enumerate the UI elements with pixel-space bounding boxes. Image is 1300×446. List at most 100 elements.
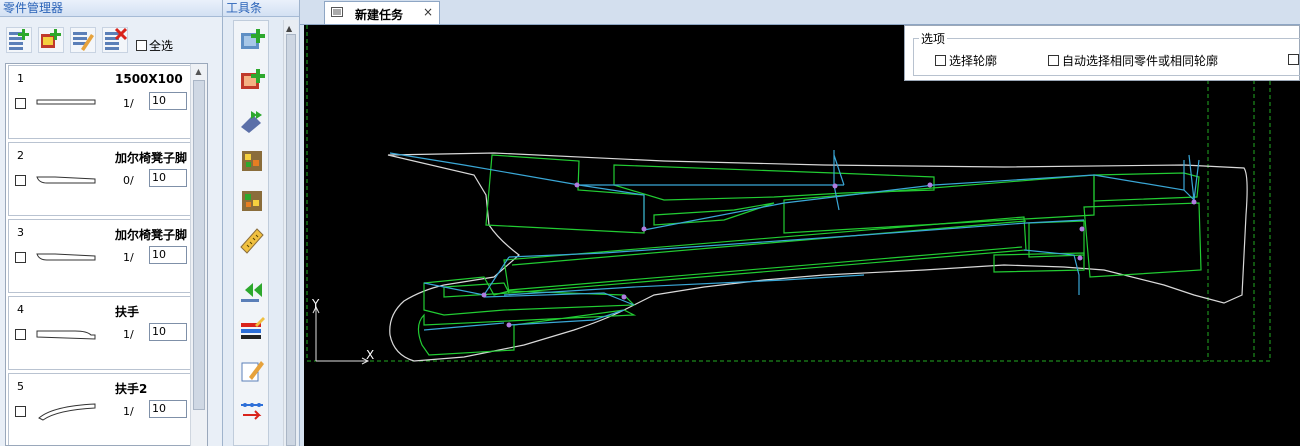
- parts-list: 1 1500X100 1/ 10 2 加尔椅凳子脚 0/ 10 3 加尔椅凳子脚…: [5, 63, 208, 446]
- layer-color-icon: [241, 317, 265, 339]
- toolbar-scroll-thumb[interactable]: [286, 34, 296, 446]
- tab-close-icon[interactable]: ×: [423, 5, 433, 19]
- add-part-icon: [9, 29, 29, 50]
- cad-drawing: Y X: [306, 25, 1271, 365]
- part-number: 1: [17, 72, 24, 85]
- auto-select-option[interactable]: 自动选择相同零件或相同轮廓: [1048, 52, 1218, 69]
- edit-part-icon: [73, 32, 94, 51]
- toolbar-title: 工具条: [223, 0, 299, 17]
- part-thumbnail: [36, 176, 96, 184]
- part-qty-input[interactable]: 10: [149, 323, 187, 341]
- part-nest-alt-button[interactable]: [237, 185, 267, 215]
- part-qty-text: 0/: [123, 174, 134, 187]
- document-tab-bar: 新建任务 ×: [300, 0, 1300, 25]
- part-card-1[interactable]: 1 1500X100 1/ 10: [8, 65, 191, 139]
- add-board-red-icon: [241, 69, 265, 89]
- cut-order-button[interactable]: [237, 395, 267, 425]
- add-board-icon: [241, 29, 265, 49]
- axis-arrows: [312, 305, 370, 365]
- cut-paths: [389, 150, 1200, 331]
- part-qty-input[interactable]: 10: [149, 400, 187, 418]
- add-part-image-button[interactable]: [38, 27, 64, 53]
- select-all-box[interactable]: [136, 40, 147, 51]
- part-qty-text: 1/: [123, 405, 134, 418]
- part-number: 5: [17, 380, 24, 393]
- tab-label: 新建任务: [355, 8, 404, 22]
- part-name: 扶手: [115, 305, 140, 319]
- axis-x-label: X: [366, 348, 374, 362]
- part-thumbnail: [36, 330, 96, 340]
- part-checkbox[interactable]: [15, 252, 26, 263]
- part-card-2[interactable]: 2 加尔椅凳子脚 0/ 10: [8, 142, 191, 216]
- parts-manager-panel: 零件管理器 全选 1 1500X100 1/ 10 2 加尔椅凳子脚 0/ 10…: [0, 0, 223, 446]
- part-card-5[interactable]: 5 扶手2 1/ 10: [8, 373, 191, 445]
- select-contour-checkbox[interactable]: [935, 55, 946, 66]
- part-checkbox[interactable]: [15, 175, 26, 186]
- part-checkbox[interactable]: [15, 98, 26, 109]
- parts-manager-title: 零件管理器: [0, 0, 222, 17]
- part-nest-button[interactable]: [237, 145, 267, 175]
- part-number: 2: [17, 149, 24, 162]
- part-name: 扶手2: [115, 382, 148, 396]
- add-part-button[interactable]: [6, 27, 32, 53]
- part-qty-input[interactable]: 10: [149, 92, 187, 110]
- options-panel: 选项 选择轮廓 自动选择相同零件或相同轮廓: [904, 25, 1300, 81]
- part-qty-input[interactable]: 10: [149, 169, 187, 187]
- cut-order-icon: [241, 403, 263, 420]
- part-nest-alt-icon: [242, 191, 262, 211]
- part-name: 加尔椅凳子脚: [115, 228, 188, 242]
- delete-part-icon: [105, 27, 128, 50]
- parts-list-scrollbar[interactable]: ▲: [190, 64, 207, 446]
- nesting-canvas[interactable]: Y X 选项 选择轮廓 自动选择相同零件或相同轮廓: [304, 25, 1300, 446]
- part-card-3[interactable]: 3 加尔椅凳子脚 1/ 10: [8, 219, 191, 293]
- toolbar-scrollbar[interactable]: ▲: [283, 20, 298, 446]
- toolbar-panel: 工具条 ▲: [223, 0, 300, 446]
- part-name: 1500X100: [115, 72, 183, 86]
- axis-y-label: Y: [311, 297, 320, 311]
- edit-part-button[interactable]: [70, 27, 96, 53]
- part-thumbnail: [36, 253, 96, 261]
- part-checkbox[interactable]: [15, 406, 26, 417]
- part-qty-text: 1/: [123, 251, 134, 264]
- toolbar-column: [233, 20, 269, 446]
- part-thumbnail: [36, 99, 96, 105]
- ruler-icon: [240, 228, 264, 254]
- add-board-red-button[interactable]: [237, 65, 267, 95]
- part-qty-text: 1/: [123, 97, 134, 110]
- edit-path-button[interactable]: [237, 355, 267, 385]
- add-board-button[interactable]: [237, 25, 267, 55]
- auto-nest-button[interactable]: [237, 105, 267, 135]
- rewind-button[interactable]: [237, 275, 267, 305]
- rewind-icon: [241, 283, 262, 302]
- sheet-frame-right: [1207, 80, 1255, 361]
- toolbar-scroll-up-icon[interactable]: ▲: [286, 24, 292, 33]
- select-all-label: 全选: [149, 39, 174, 53]
- scroll-thumb[interactable]: [193, 80, 205, 410]
- part-nest-icon: [242, 151, 262, 171]
- document-icon: [331, 7, 343, 17]
- layer-color-button[interactable]: [237, 315, 267, 345]
- part-name: 加尔椅凳子脚: [115, 151, 188, 165]
- part-number: 4: [17, 303, 24, 316]
- options-legend: 选项: [919, 30, 948, 47]
- delete-part-button[interactable]: [102, 27, 128, 53]
- add-part-image-icon: [41, 29, 61, 48]
- scroll-up-arrow-icon[interactable]: ▲: [192, 66, 205, 78]
- pierce-markers: [481, 182, 1197, 328]
- select-all-checkbox[interactable]: 全选: [136, 37, 173, 54]
- part-checkbox[interactable]: [15, 329, 26, 340]
- auto-select-checkbox[interactable]: [1048, 55, 1059, 66]
- select-contour-option[interactable]: 选择轮廓: [935, 52, 997, 69]
- select-contour-label: 选择轮廓: [949, 54, 998, 68]
- part-card-4[interactable]: 4 扶手 1/ 10: [8, 296, 191, 370]
- extra-option-checkbox[interactable]: [1288, 54, 1299, 65]
- tab-new-task[interactable]: 新建任务 ×: [324, 1, 440, 24]
- part-qty-text: 1/: [123, 328, 134, 341]
- edit-path-icon: [241, 361, 264, 382]
- part-thumbnail: [38, 403, 96, 421]
- part-qty-input[interactable]: 10: [149, 246, 187, 264]
- part-number: 3: [17, 226, 24, 239]
- extra-option[interactable]: [1288, 52, 1299, 66]
- ruler-button[interactable]: [237, 225, 267, 255]
- auto-select-label: 自动选择相同零件或相同轮廓: [1062, 54, 1219, 68]
